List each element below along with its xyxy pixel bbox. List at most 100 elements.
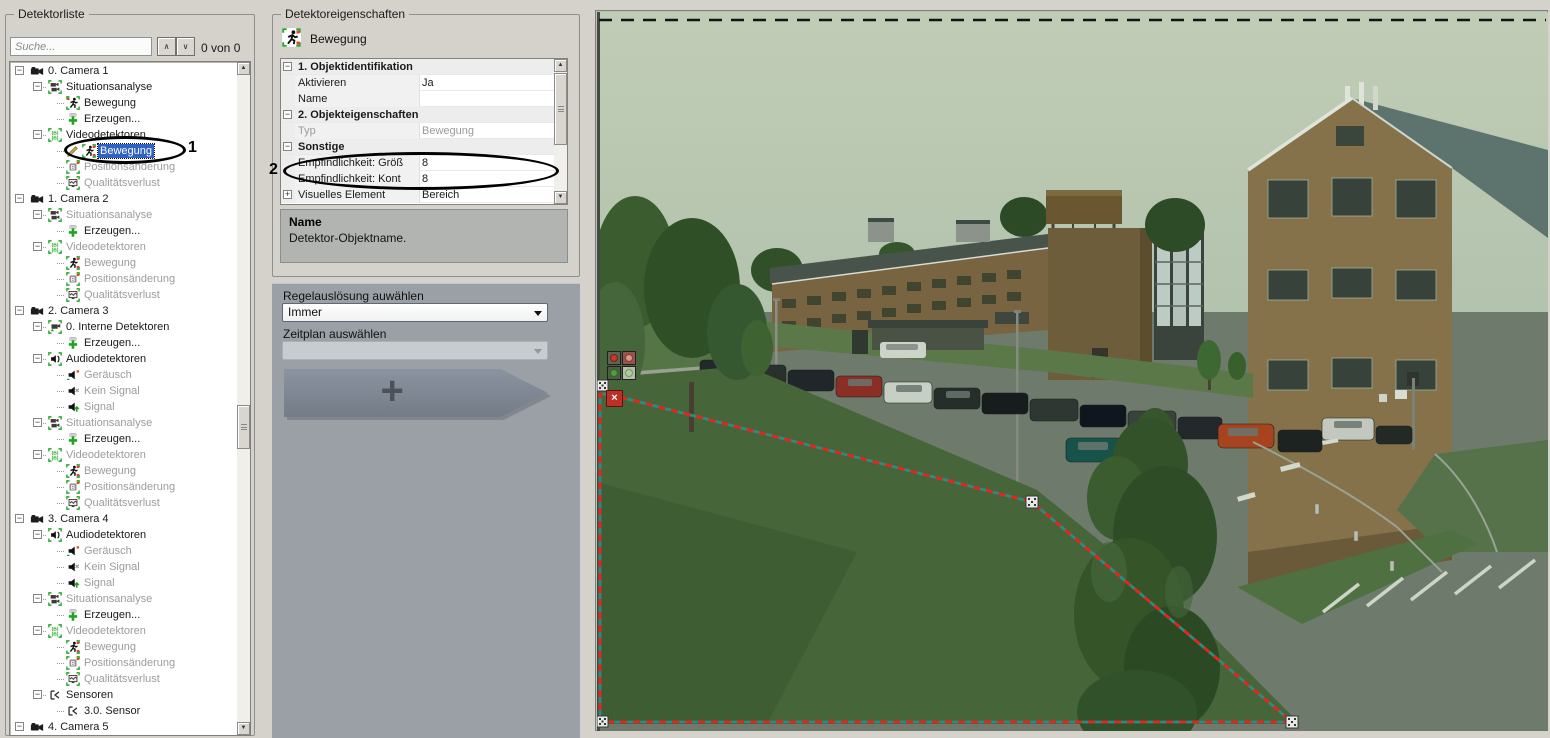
tree-row[interactable]: Erzeugen... [10, 223, 238, 239]
add-rule-button[interactable]: + [284, 369, 548, 417]
expander-minus-icon[interactable]: − [33, 322, 42, 331]
tree-row[interactable]: −(B)(B)Videodetektoren [10, 447, 238, 463]
expander-plus-icon[interactable]: + [283, 190, 292, 199]
grid-scroll-down-icon[interactable]: ▼ [554, 191, 567, 204]
tree-row[interactable]: −Audiodetektoren [10, 351, 238, 367]
rule-trigger-select[interactable]: Immer [282, 303, 548, 322]
expander-minus-icon[interactable]: − [33, 594, 42, 603]
tree-row[interactable]: −(B)(B)Videodetektoren [10, 239, 238, 255]
tree-row[interactable]: Bewegung [10, 143, 238, 159]
green-button[interactable] [622, 366, 636, 380]
grid-property-row[interactable]: TypBewegung [281, 123, 554, 139]
tree-row[interactable]: −0. Interne Detektoren [10, 319, 238, 335]
tree-row[interactable]: Kein Signal [10, 383, 238, 399]
expander-minus-icon[interactable]: − [33, 242, 42, 251]
tree-row[interactable]: Erzeugen... [10, 335, 238, 351]
zone-handle[interactable] [1286, 716, 1298, 728]
tree-scroll-up-icon[interactable]: ▲ [237, 62, 250, 75]
tree-row[interactable]: 3.0. Sensor [10, 703, 238, 719]
expander-minus-icon[interactable]: − [33, 82, 42, 91]
expander-minus-icon[interactable]: − [33, 626, 42, 635]
tree-row[interactable]: Qualitätsverlust [10, 287, 238, 303]
tree-row[interactable]: Bewegung [10, 95, 238, 111]
tree-row[interactable]: −Situationsanalyse [10, 415, 238, 431]
grid-property-row[interactable]: Name [281, 91, 554, 107]
red-active-button[interactable] [607, 351, 621, 365]
tree-row[interactable]: −Situationsanalyse [10, 79, 238, 95]
grid-category-row[interactable]: −1. Objektidentifikation [281, 59, 554, 75]
tree-row[interactable]: Bewegung [10, 639, 238, 655]
tree-row[interactable]: −3. Camera 4 [10, 511, 238, 527]
expander-minus-icon[interactable]: − [33, 418, 42, 427]
tree-row[interactable]: −4. Camera 5 [10, 719, 238, 735]
tree-row[interactable]: BPositionsänderung [10, 159, 238, 175]
expander-minus-icon[interactable]: − [15, 66, 24, 75]
tree-row[interactable]: BPositionsänderung [10, 271, 238, 287]
tree-row[interactable]: Geräusch [10, 367, 238, 383]
grid-category-row[interactable]: −Sonstige [281, 139, 554, 155]
tree-row[interactable]: Bewegung [10, 463, 238, 479]
property-value[interactable]: Bereich [422, 188, 552, 202]
grid-category-row[interactable]: −2. Objekteigenschaften [281, 107, 554, 123]
expander-minus-icon[interactable]: − [283, 142, 292, 151]
expander-minus-icon[interactable]: − [15, 722, 24, 731]
tree-row[interactable]: Erzeugen... [10, 431, 238, 447]
grid-property-row[interactable]: Empfindlichkeit: Größ8 [281, 155, 554, 171]
tree-row[interactable]: Qualitätsverlust [10, 671, 238, 687]
expander-minus-icon[interactable]: − [33, 450, 42, 459]
grid-property-row[interactable]: +Visuelles ElementBereich [281, 187, 554, 203]
tree-row[interactable]: −Situationsanalyse [10, 207, 238, 223]
tree-row[interactable]: Qualitätsverlust [10, 495, 238, 511]
property-value[interactable]: Bewegung [422, 124, 552, 138]
tree-row[interactable]: −0. Camera 1 [10, 63, 238, 79]
search-next-button[interactable]: ∨ [176, 37, 195, 56]
grid-property-row[interactable]: Empfindlichkeit: Kont8 [281, 171, 554, 187]
expander-minus-icon[interactable]: − [15, 306, 24, 315]
tree-row[interactable]: Erzeugen... [10, 607, 238, 623]
property-grid[interactable]: −1. ObjektidentifikationAktivierenJaName… [280, 58, 568, 205]
zone-handle[interactable] [597, 716, 608, 727]
tree-row[interactable]: Qualitätsverlust [10, 175, 238, 191]
detector-tree[interactable]: −0. Camera 1−SituationsanalyseBewegungEr… [9, 61, 251, 736]
red-button[interactable] [622, 351, 636, 365]
tree-row[interactable]: Geräusch [10, 543, 238, 559]
tree-row[interactable]: Signal [10, 399, 238, 415]
expander-minus-icon[interactable]: − [33, 530, 42, 539]
grid-scroll-up-icon[interactable]: ▲ [554, 59, 567, 72]
expander-minus-icon[interactable]: − [33, 354, 42, 363]
grid-property-row[interactable]: AktivierenJa [281, 75, 554, 91]
tree-scroll-thumb[interactable] [237, 405, 250, 449]
zone-handle[interactable] [1026, 496, 1038, 508]
video-canvas[interactable]: × [595, 10, 1548, 731]
property-value[interactable]: 8 [422, 156, 552, 170]
tree-scroll-down-icon[interactable]: ▼ [237, 722, 250, 735]
tree-row[interactable]: −Situationsanalyse [10, 591, 238, 607]
tree-row[interactable]: −(B)(B)Videodetektoren [10, 623, 238, 639]
tree-scrollbar[interactable] [237, 62, 250, 735]
delete-zone-button[interactable]: × [606, 390, 623, 407]
tree-row[interactable]: −2. Camera 3 [10, 303, 238, 319]
tree-row[interactable]: −Audiodetektoren [10, 527, 238, 543]
expander-minus-icon[interactable]: − [283, 62, 292, 71]
tree-row[interactable]: −Sensoren [10, 687, 238, 703]
expander-minus-icon[interactable]: − [33, 690, 42, 699]
tree-row[interactable]: −(B)(B)Videodetektoren [10, 127, 238, 143]
grid-scroll-thumb[interactable] [554, 73, 567, 145]
tree-row[interactable]: Bewegung [10, 255, 238, 271]
search-input[interactable] [10, 37, 152, 56]
tree-row[interactable]: Kein Signal [10, 559, 238, 575]
expander-minus-icon[interactable]: − [33, 130, 42, 139]
tree-row[interactable]: BPositionsänderung [10, 479, 238, 495]
expander-minus-icon[interactable]: − [283, 110, 292, 119]
tree-row[interactable]: −1. Camera 2 [10, 191, 238, 207]
property-value[interactable]: 8 [422, 172, 552, 186]
tree-row[interactable]: Erzeugen... [10, 111, 238, 127]
expander-minus-icon[interactable]: − [33, 210, 42, 219]
search-prev-button[interactable]: ∧ [157, 37, 176, 56]
property-value[interactable]: Ja [422, 76, 552, 90]
green-active-button[interactable] [607, 366, 621, 380]
expander-minus-icon[interactable]: − [15, 514, 24, 523]
tree-row[interactable]: BPositionsänderung [10, 655, 238, 671]
expander-minus-icon[interactable]: − [15, 194, 24, 203]
tree-row[interactable]: Signal [10, 575, 238, 591]
